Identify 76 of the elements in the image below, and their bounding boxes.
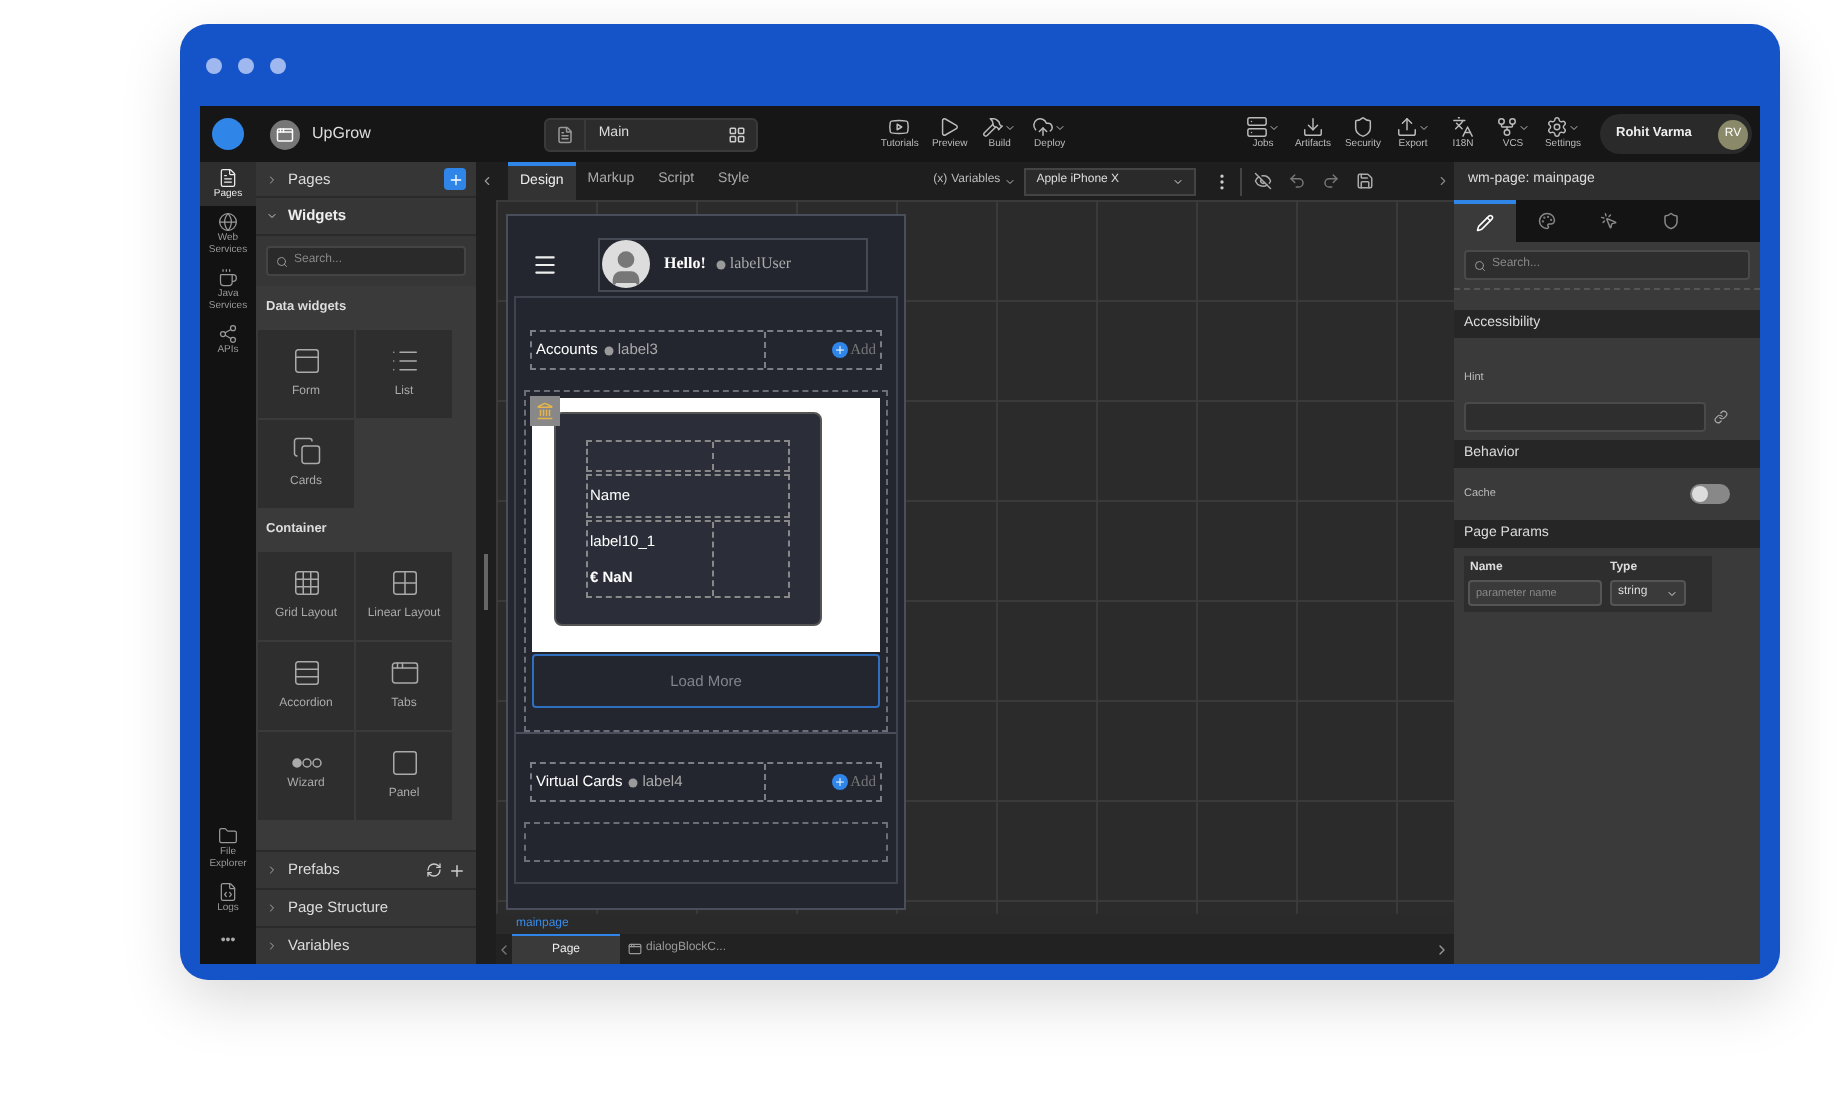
search-icon [276,255,288,267]
security-icon [1352,116,1374,138]
properties-tab[interactable] [1454,200,1516,242]
redo-icon[interactable] [1322,172,1341,190]
greeting: Hello! [664,252,706,276]
jobs-icon [1246,116,1268,138]
caret-icon [1568,121,1580,133]
deploy-icon [1032,116,1055,138]
add-icon [832,342,849,358]
apis-icon [218,324,238,344]
files-icon [218,825,238,845]
logo-icon [212,118,244,150]
caret-icon [266,864,278,876]
avatar [602,240,650,288]
preview-icon [938,116,961,138]
caret-icon [1418,121,1430,133]
vcs-icon [1496,116,1518,138]
caret-icon [1172,175,1185,187]
page-icon [556,125,575,143]
undo-icon[interactable] [1288,172,1307,190]
bind-icon [715,259,726,269]
java-icon [218,268,238,288]
add-page-button[interactable] [444,168,466,190]
events-icon [1600,212,1618,230]
scroll-right-icon[interactable] [1434,941,1450,957]
caret-icon [1666,587,1678,599]
grid-icon [728,125,747,143]
caret-icon [266,173,278,185]
pages-icon [218,168,238,188]
collapse-icon[interactable] [479,173,493,187]
artifacts-icon [1302,116,1324,138]
dialog-icon [628,942,642,956]
caret-icon [1054,121,1067,133]
caret-icon [1268,121,1280,133]
cards-icon [291,436,321,466]
caret-icon [1004,121,1017,133]
grid-icon [291,568,321,598]
scroll-left-icon[interactable] [496,941,512,957]
caret-icon [266,210,278,222]
i18n-icon [1452,116,1474,138]
add-icon [832,774,849,790]
refresh-icon[interactable] [426,861,442,877]
caret-icon [266,940,278,952]
cache-toggle[interactable] [1690,484,1730,504]
search-icon [1474,259,1486,271]
logs-icon [218,881,238,901]
bind-icon [628,777,639,787]
edit-icon [1476,214,1494,232]
expand-icon[interactable] [1436,174,1450,188]
form-icon [291,346,321,376]
style-icon [1538,212,1556,230]
export-icon [1396,116,1418,138]
bound-label: labelUser [729,252,792,276]
caret-icon [1004,175,1017,187]
save-icon[interactable] [1356,172,1375,190]
security-icon [1662,212,1680,230]
build-icon [982,116,1005,138]
panel-icon [389,748,419,778]
menu-icon[interactable] [532,251,558,277]
caret-icon [266,902,278,914]
settings-icon [1546,116,1568,138]
link-icon[interactable] [1714,410,1728,424]
web-icon [218,212,238,232]
scroll-handle[interactable] [484,553,488,609]
accordion-icon [291,658,321,688]
caret-icon [1518,121,1530,133]
eye-off-icon[interactable] [1254,172,1273,190]
tabs-icon [389,658,419,688]
project-name: UpGrow [312,122,371,146]
hint-field[interactable] [1464,402,1706,432]
bind-icon [603,345,614,355]
wizard-icon [291,758,321,768]
add-icon[interactable] [448,861,466,879]
project-icon [270,119,300,149]
linear-icon [389,568,419,598]
tutorials-icon [888,116,911,138]
